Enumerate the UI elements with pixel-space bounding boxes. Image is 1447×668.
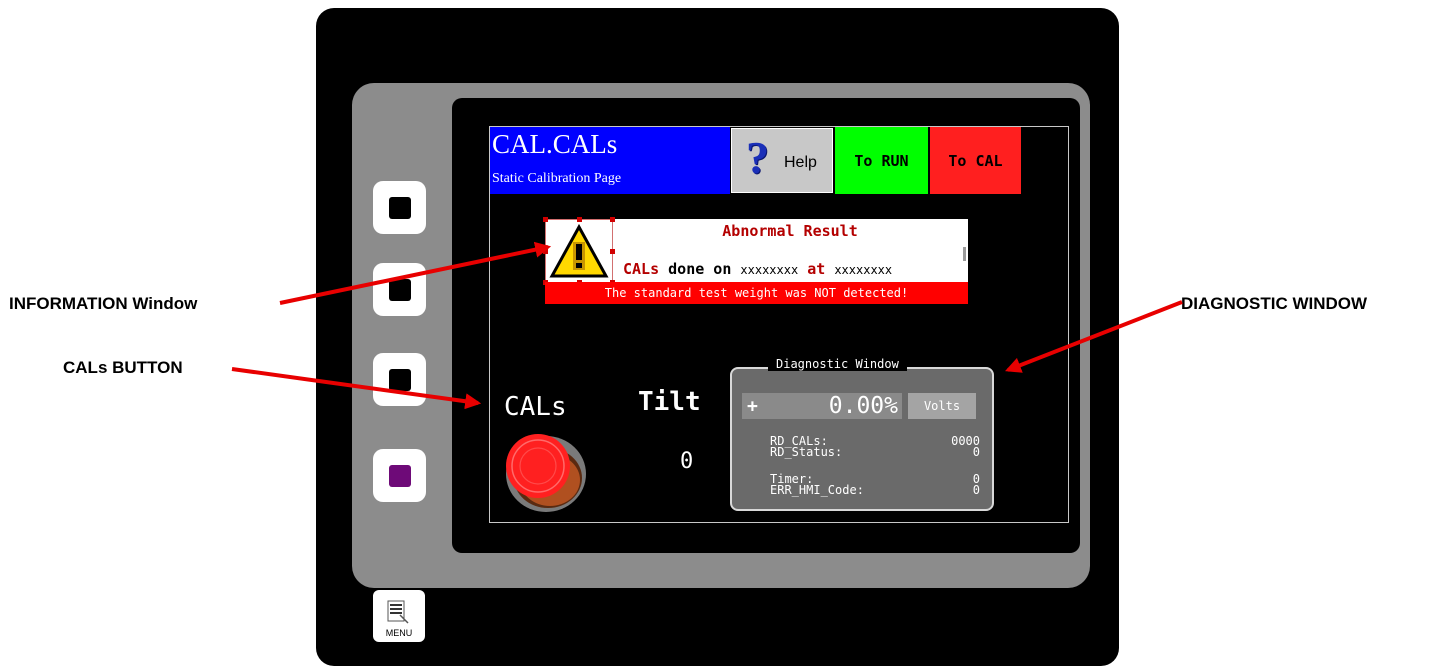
page-title-box: CAL.CALs Static Calibration Page — [490, 127, 730, 194]
diagnostic-value: 0.00% — [828, 393, 898, 419]
page-subtitle: Static Calibration Page — [492, 171, 622, 186]
warning-icon — [543, 217, 615, 285]
diagnostic-row-value: 0 — [972, 483, 980, 497]
to-cal-button[interactable]: To CAL — [930, 127, 1021, 194]
soft-key-4[interactable] — [373, 449, 426, 502]
info-window-scrollbar[interactable] — [963, 247, 966, 261]
soft-key-square-icon — [388, 464, 411, 487]
soft-key-2[interactable] — [373, 263, 426, 316]
device-frame: CAL.CALs Static Calibration Page ? Help … — [352, 83, 1090, 588]
info-window-title: Abnormal Result — [722, 222, 858, 240]
selection-handle — [610, 249, 615, 254]
information-window: Abnormal Result CALs done on xxxxxxxx at… — [543, 217, 968, 304]
to-run-button[interactable]: To RUN — [835, 127, 928, 194]
help-question-icon: ? — [746, 132, 769, 183]
tilt-label: Tilt — [638, 387, 701, 417]
menu-document-icon — [387, 600, 409, 624]
annotation-diagnostic-window: DIAGNOSTIC WINDOW — [1181, 294, 1368, 313]
selection-handle — [577, 217, 582, 222]
soft-key-square-icon — [388, 278, 411, 301]
annotation-cals-button: CALs BUTTON — [63, 358, 183, 377]
diagnostic-unit-button[interactable]: Volts — [908, 393, 976, 419]
warning-triangle-icon — [549, 224, 609, 278]
diagnostic-row: ERR_HMI_Code: 0 — [770, 484, 980, 496]
tilt-value: 0 — [680, 449, 694, 474]
diagnostic-sign: + — [747, 396, 758, 417]
menu-button[interactable]: MENU — [373, 590, 425, 642]
info-window-banner: The standard test weight was NOT detecte… — [545, 282, 968, 304]
diagnostic-window-title: Diagnostic Window — [768, 357, 907, 371]
screen-bezel: CAL.CALs Static Calibration Page ? Help … — [452, 98, 1080, 553]
soft-key-square-icon — [388, 196, 411, 219]
info-time-placeholder: xxxxxxxx — [834, 263, 893, 277]
cals-button[interactable] — [498, 424, 588, 514]
selection-handle — [543, 249, 548, 254]
diagnostic-row-value: 0 — [972, 445, 980, 459]
diagnostic-row: RD_Status: 0 — [770, 446, 980, 458]
soft-key-3[interactable] — [373, 353, 426, 406]
soft-key-square-icon — [388, 368, 411, 391]
info-done-on: done on — [668, 260, 732, 278]
diagnostic-row-label: ERR_HMI_Code: — [770, 483, 864, 497]
diagnostic-value-display: + 0.00% — [742, 393, 902, 419]
page-title: CAL.CALs — [492, 129, 618, 159]
info-cals-word: CALs — [623, 260, 660, 278]
hmi-device: CAL.CALs Static Calibration Page ? Help … — [316, 8, 1119, 666]
diagnostic-window: Diagnostic Window + 0.00% Volts RD_CALs:… — [730, 357, 994, 511]
help-button[interactable]: ? Help — [731, 128, 833, 193]
diagnostic-row-label: RD_Status: — [770, 445, 843, 459]
selection-handle — [543, 217, 548, 222]
menu-button-label: MENU — [385, 628, 413, 638]
help-button-label: Help — [784, 154, 817, 171]
info-at-word: at — [807, 260, 826, 278]
hmi-screen: CAL.CALs Static Calibration Page ? Help … — [489, 126, 1069, 523]
info-window-message: CALs done on xxxxxxxx at xxxxxxxx — [623, 260, 892, 278]
soft-key-1[interactable] — [373, 181, 426, 234]
cals-label: CALs — [504, 392, 567, 422]
info-date-placeholder: xxxxxxxx — [740, 263, 799, 277]
annotation-information-window: INFORMATION Window — [9, 294, 198, 313]
